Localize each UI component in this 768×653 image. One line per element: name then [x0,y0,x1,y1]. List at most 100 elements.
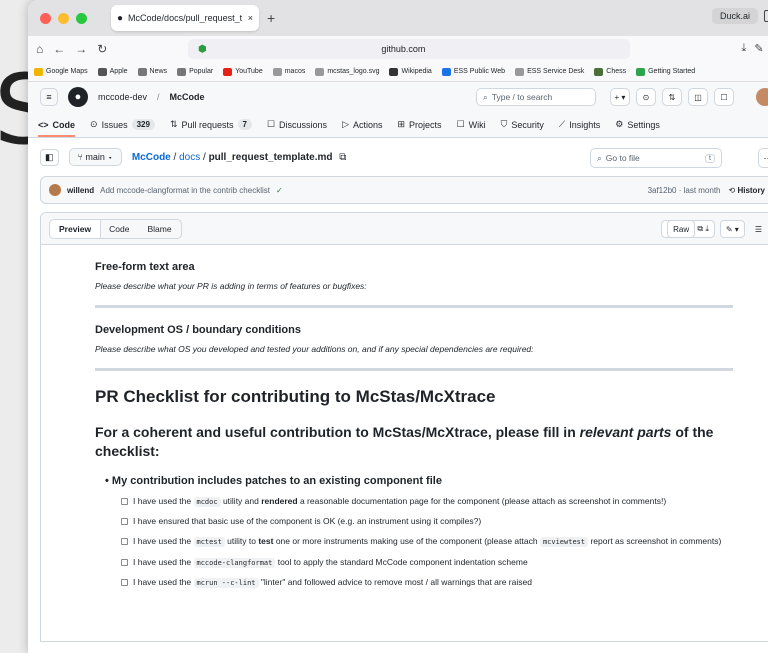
tab-issues[interactable]: ⊙ Issues 329 [90,119,155,137]
bookmark-item[interactable]: Popular [177,67,213,76]
count-badge: 329 [131,119,155,130]
bookmark-item[interactable]: Wikipedia [389,67,432,76]
back-icon[interactable]: ← [53,42,65,56]
code-icon: <> [38,120,49,130]
bookmark-item[interactable]: Chess [594,67,627,76]
tab-projects[interactable]: ⊞ Projects [398,119,442,137]
new-tab-button[interactable]: + [267,10,275,26]
github-logo-icon[interactable]: ● [68,87,88,107]
tab-security[interactable]: ⛉ Security [501,119,544,137]
branch-selector[interactable]: ⑂ main ▾ [68,148,122,166]
history-button[interactable]: ⟲ History [729,186,766,195]
issues-icon[interactable]: ⊙ [636,88,656,106]
minimize-window-button[interactable] [58,12,69,24]
more-options-button[interactable]: ⋯ [758,148,768,168]
history-label: History [737,185,765,195]
pull-requests-icon[interactable]: ⇅ [662,88,682,106]
breadcrumb-dir[interactable]: docs [179,152,200,163]
owner-link[interactable]: mccode-dev [98,92,147,102]
bookmark-item[interactable]: ESS Service Desk [515,67,584,76]
nav-label: Insights [569,119,601,130]
tab-preview[interactable]: Preview [50,219,101,238]
bookmark-label: Apple [109,68,128,75]
home-icon[interactable]: ⌂ [36,42,43,56]
outline-icon[interactable]: ☰ [750,220,767,238]
section-text: Please describe what your PR is adding i… [95,281,367,291]
nav-label: Security [511,119,544,130]
bookmark-label: mcstas_logo.svg [327,68,380,75]
create-new-icon[interactable]: + ▾ [610,88,630,106]
checklist-heading: PR Checklist for contributing to McStas/… [95,387,496,406]
bookmark-label: Chess [606,68,627,75]
task-checkbox[interactable] [121,538,128,546]
go-to-file-input[interactable]: ⌕ Go to file t [590,148,722,168]
copy-path-icon[interactable]: ⧉ [339,152,346,163]
tab-discussions[interactable]: ☐ Discussions [267,119,327,137]
bookmark-item[interactable]: mcstas_logo.svg [315,67,380,76]
bookmark-item[interactable]: Google Maps [34,67,88,76]
subheading-text: For a coherent and useful contribution t… [95,424,580,440]
wiki-icon: ☐ [456,119,465,129]
task-checkbox[interactable] [121,579,128,587]
task-checkbox[interactable] [121,558,128,566]
nav-label: Actions [352,119,383,130]
close-window-button[interactable] [40,12,51,24]
raw-label: Raw [667,220,696,238]
browser-window: ● McCode/docs/pull_request_t × + Duck.ai… [28,0,768,653]
check-icon: ✓ [275,185,283,195]
bookmark-item[interactable]: Getting Started [636,67,695,76]
inbox-icon[interactable]: ☐ [714,88,734,106]
extensions-icon[interactable]: ✎ [754,42,763,55]
avatar[interactable] [756,88,768,106]
subheading-emphasis: relevant parts [579,424,672,440]
zoom-window-button[interactable] [76,12,87,24]
bookmark-item[interactable]: News [137,67,167,76]
tab-insights[interactable]: ⟋ Insights [559,119,600,137]
section-title: Development OS / boundary conditions [95,324,301,336]
tab-settings[interactable]: ⚙ Settings [615,119,660,137]
search-input[interactable]: ⌕ Type / to search [476,88,596,106]
tab-pull-requests[interactable]: ⇅ Pull requests 7 [170,119,252,137]
bookmark-item[interactable]: Apple [97,67,128,76]
address-bar[interactable]: ⬢ github.com [188,39,630,59]
tab-blame[interactable]: Blame [138,220,180,238]
bookmark-item[interactable]: YouTube [223,67,263,76]
tab-close-icon[interactable]: × [248,13,253,23]
bookmark-icon [223,67,233,76]
browser-tab[interactable]: ● McCode/docs/pull_request_t × [111,5,259,31]
task-checkbox[interactable] [121,497,128,505]
task-item: I have used the mcrun --c-lint "linter" … [121,576,733,589]
security-icon: ⛉ [500,119,508,129]
raw-button[interactable]: Raw ⧉ ⤓ [661,220,715,238]
list-item-label: My contribution includes patches to an e… [111,474,442,487]
bookmark-item[interactable]: macos [272,67,305,76]
tab-actions[interactable]: ▷ Actions [342,119,382,137]
forward-icon[interactable]: → [75,42,87,56]
notifications-icon[interactable]: ◫ [688,88,708,106]
task-text: I have used the mctest utility to test o… [133,536,722,548]
breadcrumb-repo[interactable]: McCode [132,152,171,163]
side-panel-icon[interactable]: ◧ [40,148,59,166]
pull-requests-icon: ⇅ [169,119,178,129]
commit-sha[interactable]: 3af12b0 · last month [648,186,721,195]
edit-icon[interactable]: ✎ ▾ [719,220,745,238]
tab-code[interactable]: Code [100,220,138,238]
bookmark-icon [34,67,43,76]
commit-author[interactable]: willend [67,186,94,195]
download-icon[interactable]: ⤓ [741,42,746,55]
sidebar-icon[interactable] [764,10,768,22]
settings-icon: ⚙ [615,119,624,129]
task-text: I have used the mcrun --c-lint "linter" … [133,577,532,589]
tab-code[interactable]: <> Code [38,120,76,137]
nav-label: Code [52,120,76,130]
task-checkbox[interactable] [121,518,128,526]
nav-label: Settings [627,119,660,130]
reload-icon[interactable]: ↻ [97,42,107,56]
bookmark-item[interactable]: ESS Public Web [441,67,505,76]
view-toggle: Preview Code Blame [49,218,182,239]
commit-message[interactable]: Add mccode-clangformat in the contrib ch… [100,186,270,195]
repo-link[interactable]: McCode [170,92,205,102]
tab-wiki[interactable]: ☐ Wiki [457,119,486,137]
hamburger-menu-icon[interactable]: ≡ [40,88,58,106]
duck-ai-button[interactable]: Duck.ai [711,8,758,24]
